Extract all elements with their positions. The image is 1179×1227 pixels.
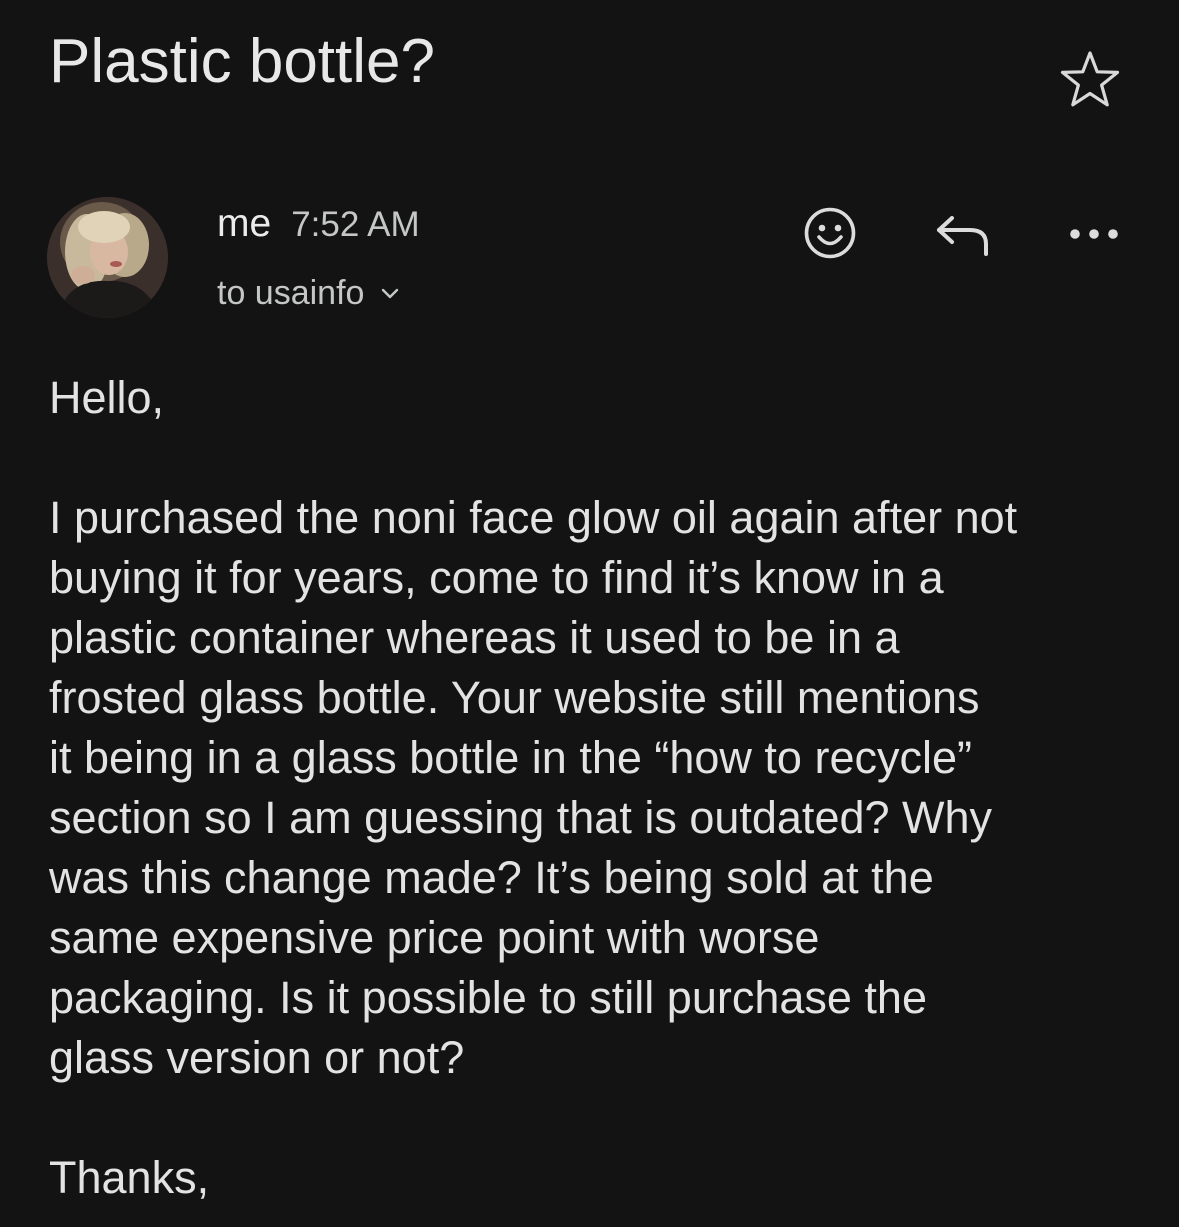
body-line: buying it for years, come to find it’s k… xyxy=(49,552,944,603)
body-line: it being in a glass bottle in the “how t… xyxy=(49,732,972,783)
star-icon xyxy=(1060,51,1120,107)
closing: Thanks, xyxy=(49,1152,210,1203)
body-line: frosted glass bottle. Your website still… xyxy=(49,672,980,723)
reply-button[interactable] xyxy=(928,203,996,265)
avatar[interactable] xyxy=(47,197,168,318)
body-line: I purchased the noni face glow oil again… xyxy=(49,492,1018,543)
body-line: section so I am guessing that is outdate… xyxy=(49,792,993,843)
recipient-toggle[interactable]: to usainfo xyxy=(217,270,400,316)
star-button[interactable] xyxy=(1056,45,1124,113)
chevron-down-icon xyxy=(380,286,400,300)
body-line: plastic container whereas it used to be … xyxy=(49,612,900,663)
sender-line: me 7:52 AM xyxy=(217,200,420,256)
timestamp: 7:52 AM xyxy=(291,205,420,244)
body-line: same expensive price point with worse xyxy=(49,912,820,963)
recipient-label: to usainfo xyxy=(217,274,365,312)
reply-icon xyxy=(937,216,988,256)
more-icon xyxy=(1070,229,1118,239)
emoji-icon xyxy=(804,207,856,259)
body-line: packaging. Is it possible to still purch… xyxy=(49,972,927,1023)
add-reaction-button[interactable] xyxy=(798,201,862,265)
email-body: Hello, I purchased the noni face glow oi… xyxy=(49,368,1149,1208)
greeting: Hello, xyxy=(49,372,165,423)
body-line: was this change made? It’s being sold at… xyxy=(49,852,934,903)
more-options-button[interactable] xyxy=(1062,214,1126,254)
email-subject: Plastic bottle? xyxy=(49,27,435,96)
avatar-image xyxy=(47,197,168,318)
sender-name[interactable]: me xyxy=(217,202,271,245)
body-line: glass version or not? xyxy=(49,1032,465,1083)
